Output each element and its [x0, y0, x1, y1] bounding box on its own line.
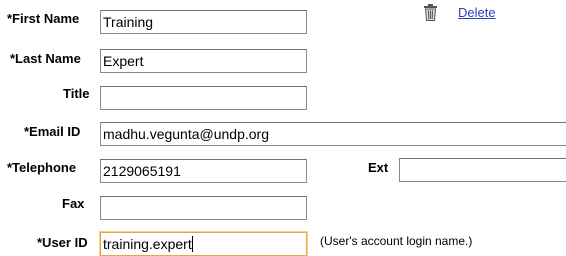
user-id-label: *User ID	[37, 235, 88, 250]
email-label: *Email ID	[24, 124, 81, 139]
telephone-label: *Telephone	[7, 160, 77, 175]
ext-label: Ext	[368, 160, 389, 175]
telephone-input[interactable]: 2129065191	[100, 159, 307, 183]
delete-link[interactable]: Delete	[458, 5, 496, 20]
first-name-input[interactable]: Training	[100, 10, 307, 34]
ext-input[interactable]	[399, 158, 566, 182]
trash-icon[interactable]	[424, 4, 437, 21]
first-name-label: *First Name	[7, 11, 80, 26]
user-id-value: training.expert	[103, 236, 192, 252]
fax-input[interactable]	[100, 196, 307, 220]
last-name-input[interactable]: Expert	[100, 49, 307, 73]
email-input[interactable]: madhu.vegunta@undp.org	[100, 122, 566, 146]
title-input[interactable]	[100, 86, 307, 110]
title-label: Title	[63, 86, 90, 101]
last-name-label: *Last Name	[10, 51, 81, 66]
text-caret	[191, 236, 193, 252]
user-id-input[interactable]: training.expert	[100, 232, 307, 256]
fax-label: Fax	[62, 196, 85, 211]
user-id-hint: (User's account login name.)	[320, 234, 473, 248]
